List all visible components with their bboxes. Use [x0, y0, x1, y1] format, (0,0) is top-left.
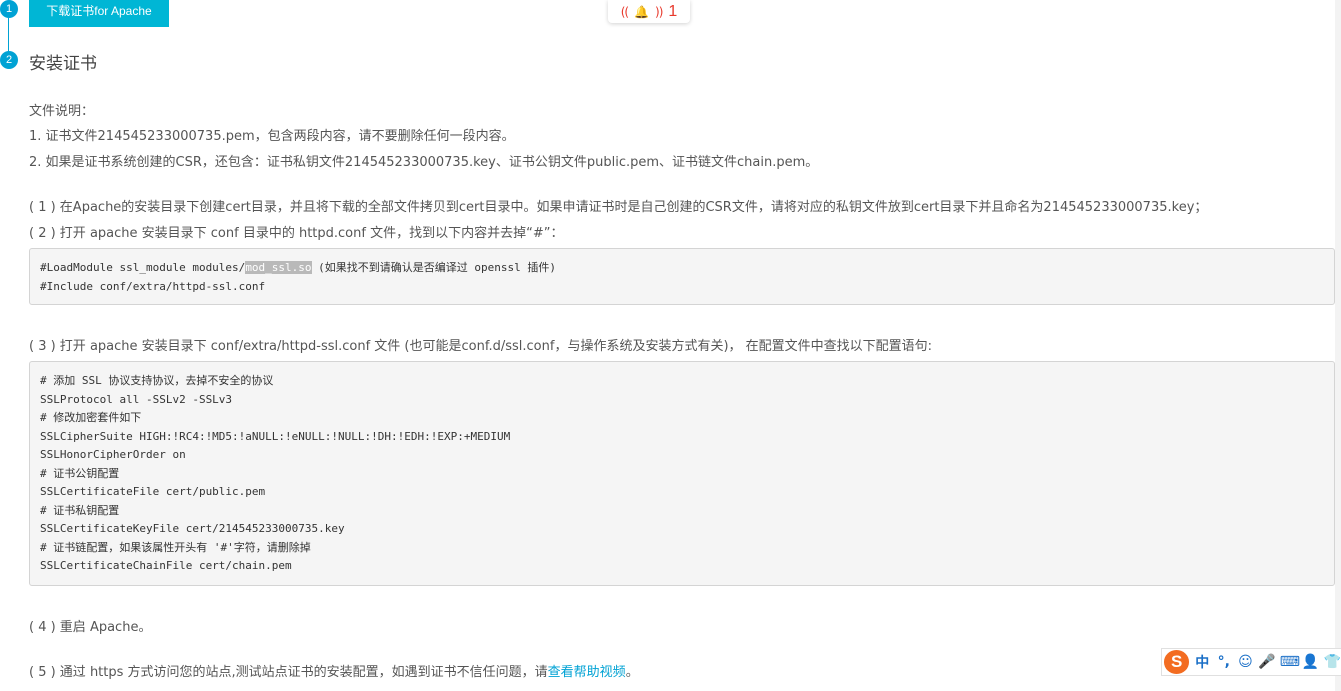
signal-left-icon: ((	[620, 4, 629, 19]
code-line: SSLCipherSuite HIGH:!RC4:!MD5:!aNULL:!eN…	[40, 429, 511, 443]
code-line: # 证书链配置，如果该属性开头有 '#'字符，请删除掉	[40, 540, 311, 554]
instruction-step-2: ( 2 ) 打开 apache 安装目录下 conf 目录中的 httpd.co…	[29, 226, 564, 241]
emoji-icon[interactable]: ☺	[1237, 654, 1255, 670]
notification-count: 1	[668, 2, 678, 20]
step-2-indicator: 2	[0, 51, 18, 69]
signal-right-icon: ))	[655, 4, 663, 19]
code-line: #LoadModule ssl_module modules/mod_ssl.s…	[40, 261, 557, 274]
files-heading: 文件说明：	[29, 104, 95, 119]
code-block-ssl-conf: # 添加 SSL 协议支持协议，去掉不安全的协议 SSLProtocol all…	[29, 361, 1335, 586]
download-cert-apache-button[interactable]: 下载证书for Apache	[29, 0, 169, 27]
bell-icon: 🔔	[634, 4, 650, 19]
code-line: SSLCertificateKeyFile cert/2145452330007…	[40, 522, 345, 535]
ime-chinese-mode-button[interactable]: 中	[1193, 652, 1211, 672]
code-line: SSLProtocol all -SSLv2 -SSLv3	[40, 392, 233, 406]
ime-toolbar[interactable]: S 中 °, ☺ 🎤 ⌨ 👤 👕	[1161, 648, 1341, 676]
code-line: # 证书私钥配置	[40, 503, 120, 517]
files-item-2: 2. 如果是证书系统创建的CSR，还包含：证书私钥文件2145452330007…	[29, 155, 819, 170]
instruction-step-3: ( 3 ) 打开 apache 安装目录下 conf/extra/httpd-s…	[29, 339, 933, 354]
instruction-step-4: ( 4 ) 重启 Apache。	[29, 620, 152, 635]
instruction-step-1: ( 1 ) 在Apache的安装目录下创建cert目录，并且将下载的全部文件拷贝…	[29, 200, 1208, 215]
highlighted-text: mod_ssl.so	[245, 261, 312, 274]
page-scrollbar[interactable]	[1335, 0, 1341, 691]
files-item-1: 1. 证书文件214545233000735.pem，包含两段内容，请不要删除任…	[29, 129, 515, 144]
code-line: # 添加 SSL 协议支持协议，去掉不安全的协议	[40, 374, 274, 387]
code-line: SSLHonorCipherOrder on	[40, 448, 186, 461]
step-connector-line	[8, 18, 9, 54]
help-video-link[interactable]: 查看帮助视频	[548, 665, 626, 680]
code-line: # 证书公钥配置	[40, 466, 120, 480]
code-line: SSLCertificateFile cert/public.pem	[40, 485, 266, 498]
code-block-httpd-conf: #LoadModule ssl_module modules/mod_ssl.s…	[29, 248, 1335, 305]
instruction-step-5: ( 5 ) 通过 https 方式访问您的站点,测试站点证书的安装配置，如遇到证…	[29, 665, 639, 680]
ime-punctuation-button[interactable]: °,	[1215, 654, 1233, 670]
code-line: SSLCertificateChainFile cert/chain.pem	[40, 559, 292, 572]
sogou-logo-icon[interactable]: S	[1164, 650, 1190, 674]
notification-badge[interactable]: (( 🔔 )) 1	[608, 0, 690, 23]
user-icon[interactable]: 👤	[1302, 654, 1320, 670]
step-2-title: 安装证书	[29, 54, 97, 74]
step-1-indicator: 1	[0, 0, 18, 18]
code-line: # 修改加密套件如下	[40, 411, 142, 424]
code-line: #Include conf/extra/httpd-ssl.conf	[40, 279, 266, 293]
keyboard-icon[interactable]: ⌨	[1280, 654, 1300, 670]
microphone-icon[interactable]: 🎤	[1258, 654, 1276, 670]
skin-icon[interactable]: 👕	[1323, 654, 1341, 670]
